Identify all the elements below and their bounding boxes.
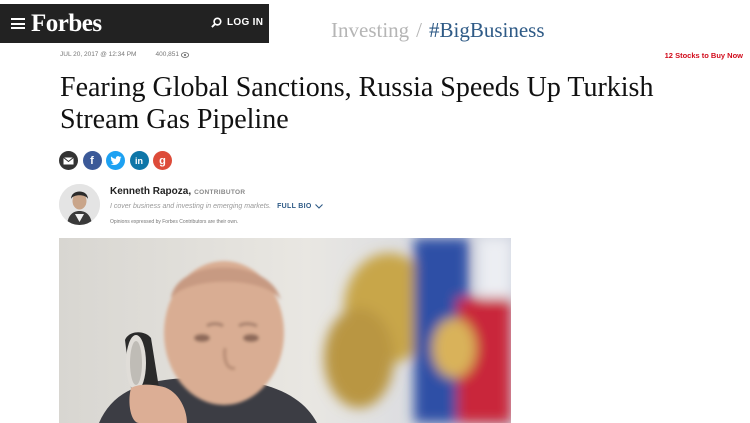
search-icon — [211, 17, 222, 28]
full-bio-button[interactable]: FULL BIO — [277, 203, 323, 210]
promo-link[interactable]: 12 Stocks to Buy Now — [665, 51, 743, 60]
share-bar: f in g — [59, 151, 177, 170]
email-icon[interactable] — [59, 151, 78, 170]
channel-separator: / — [416, 18, 422, 42]
channel-tag-link[interactable]: #BigBusiness — [429, 18, 545, 42]
article-meta: JUL 20, 2017 @ 12:34 PM 400,851 — [60, 51, 189, 58]
author-avatar[interactable] — [59, 184, 100, 225]
chevron-down-icon — [314, 204, 323, 209]
login-button[interactable]: LOG IN — [211, 17, 263, 28]
author-description: I cover business and investing in emergi… — [110, 203, 272, 210]
article-hero-image — [59, 238, 511, 423]
twitter-icon[interactable] — [106, 151, 125, 170]
channel-header: Investing / #BigBusiness — [331, 18, 545, 43]
linkedin-icon[interactable]: in — [129, 151, 149, 170]
contributor-disclaimer: Opinions expressed by Forbes Contributor… — [110, 219, 239, 225]
publish-date: JUL 20, 2017 @ 12:34 PM — [60, 51, 137, 58]
view-count: 400,851 — [155, 51, 189, 58]
facebook-icon[interactable]: f — [82, 151, 102, 170]
top-nav-bar: Forbes LOG IN — [0, 4, 269, 43]
article-headline: Fearing Global Sanctions, Russia Speeds … — [60, 72, 654, 135]
channel-section-link[interactable]: Investing — [331, 18, 409, 42]
linkedin-glyph: in — [135, 155, 143, 166]
facebook-glyph: f — [90, 154, 94, 167]
forbes-logo[interactable]: Forbes — [31, 10, 102, 38]
author-description-row: I cover business and investing in emergi… — [110, 203, 323, 210]
eye-icon — [180, 51, 189, 58]
menu-icon[interactable] — [11, 18, 25, 29]
full-bio-label: FULL BIO — [277, 203, 312, 210]
view-count-value: 400,851 — [155, 51, 179, 58]
google-plus-icon[interactable]: g — [153, 151, 172, 170]
google-glyph: g — [159, 154, 166, 167]
login-label: LOG IN — [227, 17, 264, 28]
author-name-row: Kenneth Rapoza, CONTRIBUTOR — [110, 186, 245, 197]
author-name[interactable]: Kenneth Rapoza, — [110, 186, 191, 197]
author-role: CONTRIBUTOR — [194, 189, 246, 196]
